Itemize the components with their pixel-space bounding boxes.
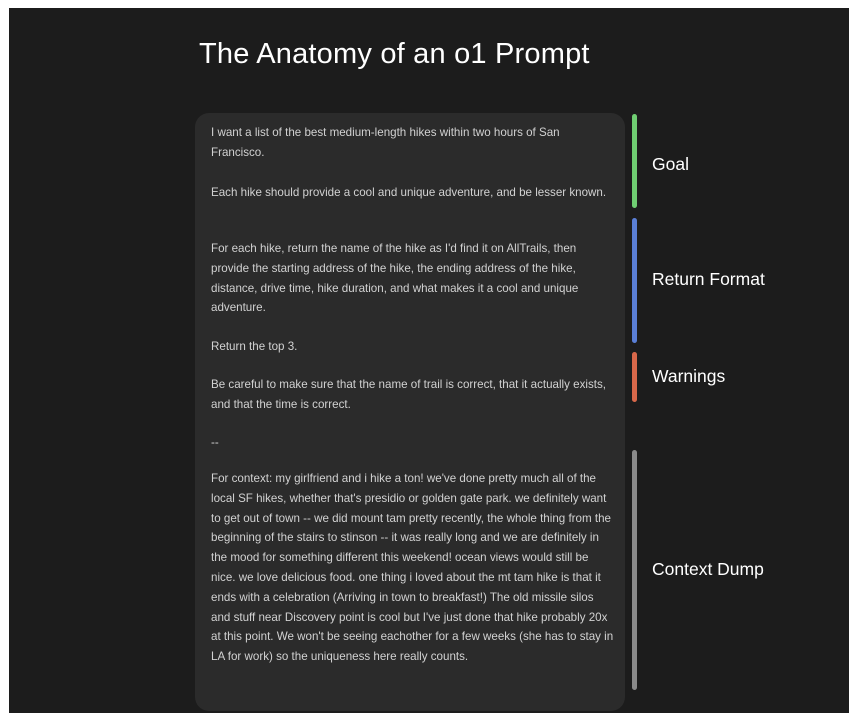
warnings-label: Warnings [652,366,726,386]
slide: The Anatomy of an o1 Prompt I want a lis… [9,8,849,713]
goal-bracket-bar [632,114,637,208]
prompt-context-paragraph: For context: my girlfriend and i hike a … [211,472,614,664]
return-format-label: Return Format [652,269,765,289]
prompt-warnings-paragraph: Be careful to make sure that the name of… [211,378,607,411]
context-dump-bracket-bar [632,450,637,690]
page-title: The Anatomy of an o1 Prompt [199,38,590,70]
prompt-separator: -- [211,436,219,449]
prompt-card: I want a list of the best medium-length … [195,113,625,711]
prompt-goal-paragraph: I want a list of the best medium-length … [211,126,560,159]
warnings-bracket-bar [632,352,637,402]
context-dump-label: Context Dump [652,559,764,579]
prompt-return-format-paragraph: For each hike, return the name of the hi… [211,242,579,315]
goal-label: Goal [652,154,689,174]
prompt-return-count-paragraph: Return the top 3. [211,340,298,353]
prompt-goal-detail-paragraph: Each hike should provide a cool and uniq… [211,186,607,199]
return-format-bracket-bar [632,218,637,343]
